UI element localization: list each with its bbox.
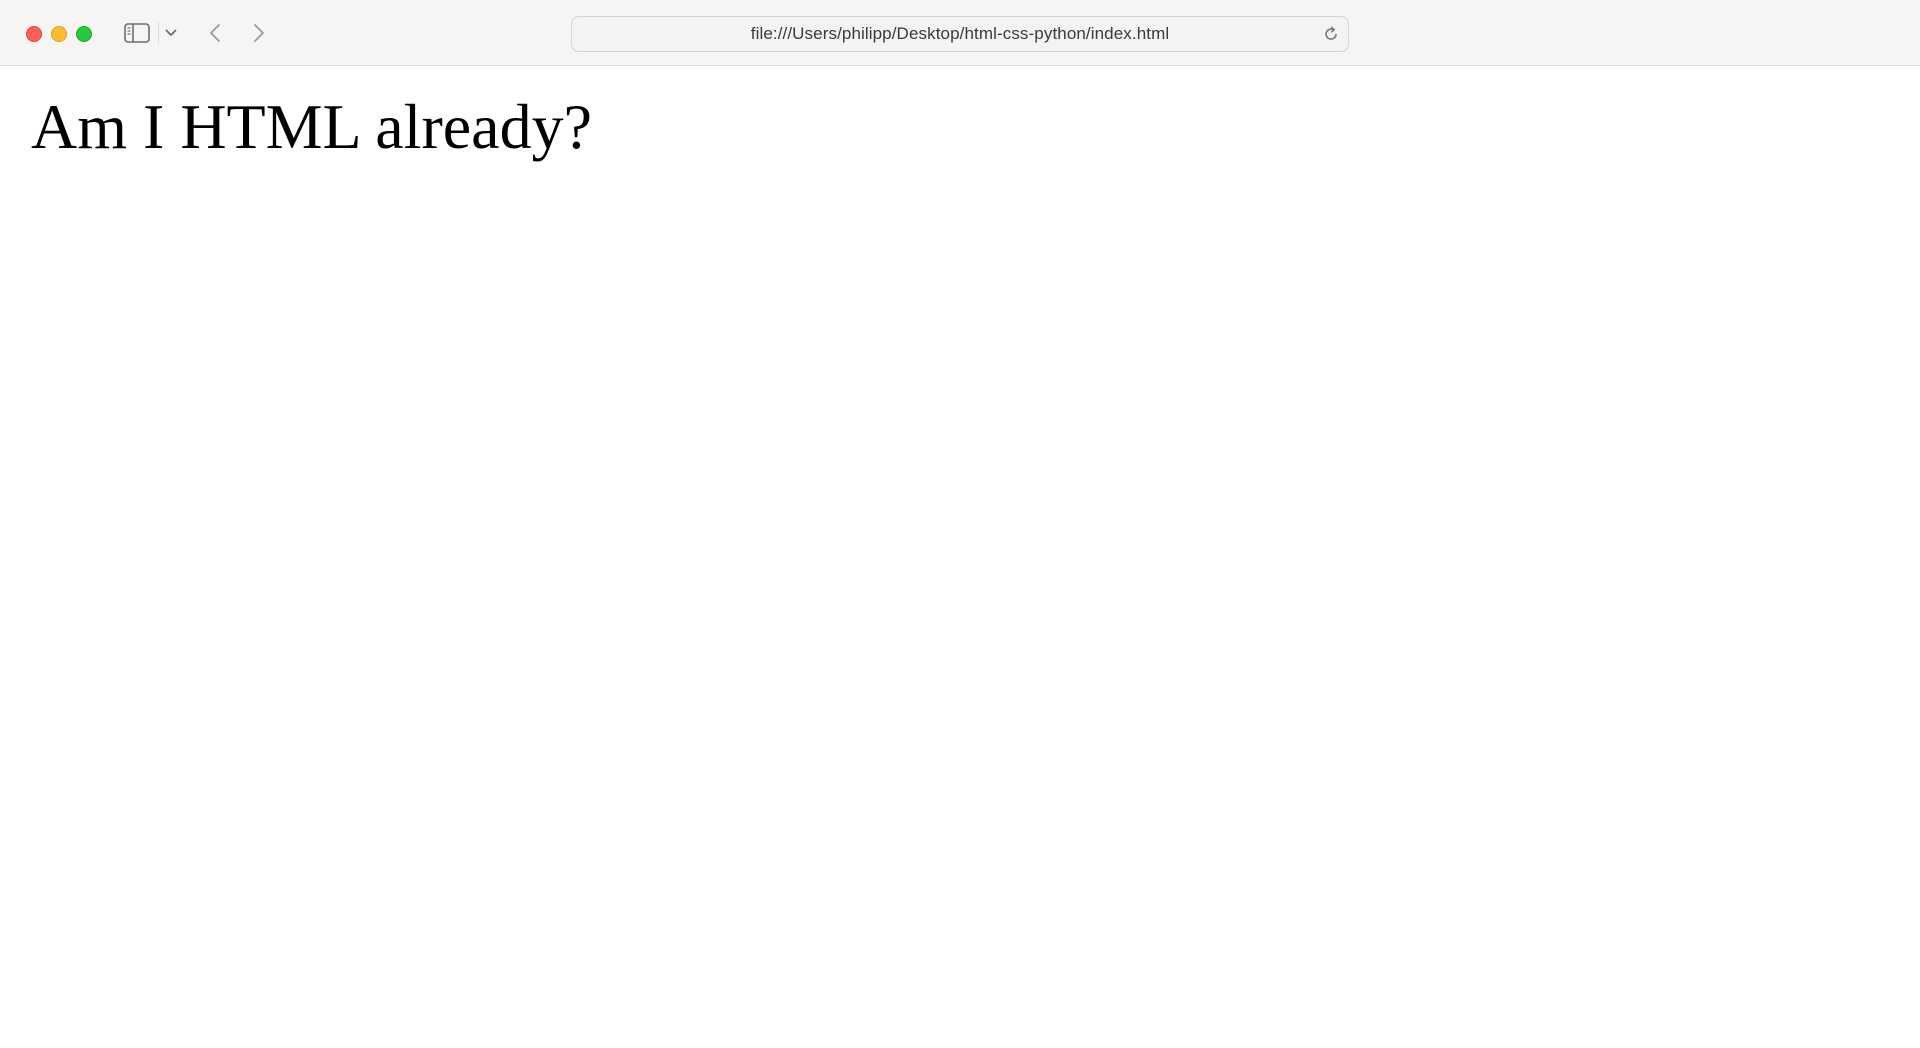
toolbar-separator — [158, 22, 159, 44]
chevron-left-icon — [210, 24, 220, 42]
back-button[interactable] — [204, 20, 226, 46]
reload-icon — [1325, 26, 1337, 40]
reload-button[interactable] — [1322, 25, 1340, 43]
browser-toolbar: file:///Users/philipp/Desktop/html-css-p… — [0, 0, 1920, 66]
sidebar-menu-button[interactable] — [163, 24, 179, 42]
chevron-right-icon — [254, 24, 264, 42]
address-url: file:///Users/philipp/Desktop/html-css-p… — [750, 24, 1170, 43]
forward-button[interactable] — [248, 20, 270, 46]
page-heading: Am I HTML already? — [31, 91, 592, 162]
window-minimize-button[interactable] — [51, 26, 67, 42]
address-bar[interactable]: file:///Users/philipp/Desktop/html-css-p… — [571, 16, 1349, 52]
window-zoom-button[interactable] — [76, 26, 92, 42]
sidebar-toggle-button[interactable] — [122, 20, 152, 46]
sidebar-icon — [124, 23, 150, 43]
chevron-down-icon — [165, 29, 177, 36]
page-content: Am I HTML already? — [0, 67, 1920, 1048]
window-close-button[interactable] — [26, 26, 42, 42]
browser-window: file:///Users/philipp/Desktop/html-css-p… — [0, 0, 1920, 1048]
